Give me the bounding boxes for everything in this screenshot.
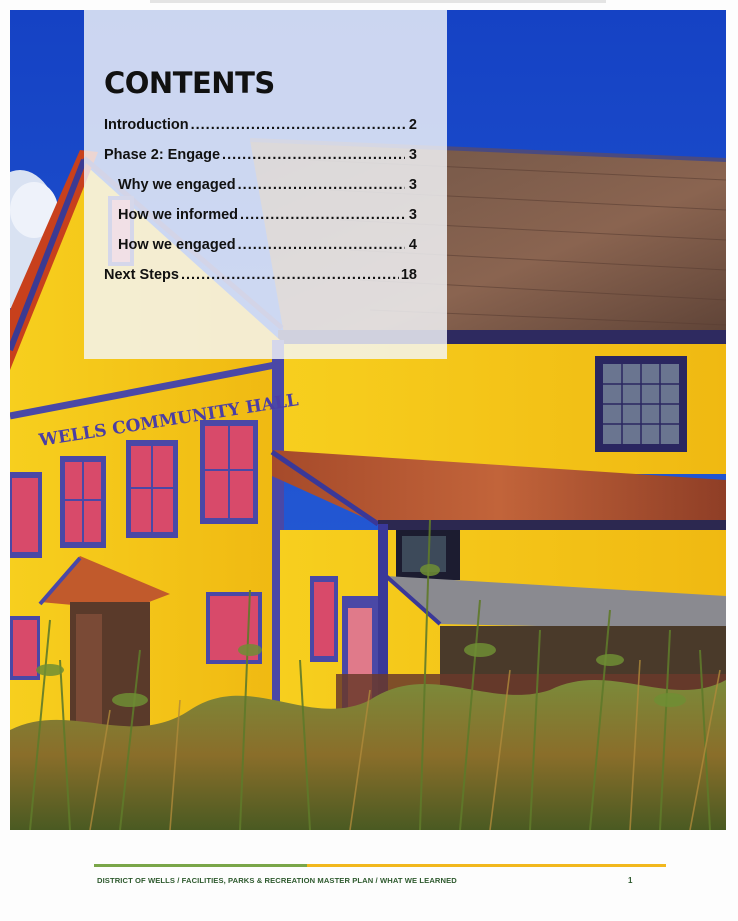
toc-entry-page: 4 [408, 237, 417, 253]
toc-entry-why-we-engaged[interactable]: Why we engaged 3 [104, 177, 417, 207]
toc-entry-label: How we engaged [118, 237, 236, 253]
toc-entry-introduction[interactable]: Introduction 2 [104, 117, 417, 147]
toc-entry-page: 2 [408, 117, 417, 133]
toc-entry-next-steps[interactable]: Next Steps 18 [104, 267, 417, 297]
toc-entry-phase-2-engage[interactable]: Phase 2: Engage 3 [104, 147, 417, 177]
table-of-contents-panel: CONTENTS Introduction 2 Phase 2: Engage … [84, 10, 447, 359]
toc-dot-leader [181, 267, 399, 283]
document-page: WELLS COMMUNITY HALL CONTENTS Introducti… [0, 0, 738, 921]
toc-entry-page: 3 [408, 147, 417, 163]
toc-dot-leader [240, 207, 405, 223]
footer-divider [94, 864, 666, 867]
toc-entry-label: How we informed [118, 207, 239, 223]
toc-entry-page: 3 [408, 207, 417, 223]
toc-entry-page: 3 [408, 177, 417, 193]
toc-entry-label: Phase 2: Engage [104, 147, 221, 163]
toc-dot-leader [238, 237, 405, 253]
toc-dot-leader [222, 147, 405, 163]
footer-divider-green [94, 864, 307, 867]
toc-entry-how-we-informed[interactable]: How we informed 3 [104, 207, 417, 237]
toc-entry-label: Next Steps [104, 267, 179, 283]
footer-document-title: DISTRICT OF WELLS / FACILITIES, PARKS & … [97, 876, 457, 885]
top-border-strip [150, 0, 606, 3]
toc-dot-leader [238, 177, 405, 193]
toc-entry-label: Why we engaged [118, 177, 236, 193]
toc-entry-page: 18 [400, 267, 417, 283]
toc-entry-label: Introduction [104, 117, 189, 133]
footer-divider-yellow [307, 864, 666, 867]
toc-dot-leader [191, 117, 405, 133]
contents-title: CONTENTS [104, 66, 275, 100]
toc-entry-how-we-engaged[interactable]: How we engaged 4 [104, 237, 417, 267]
page-number: 1 [628, 876, 633, 885]
